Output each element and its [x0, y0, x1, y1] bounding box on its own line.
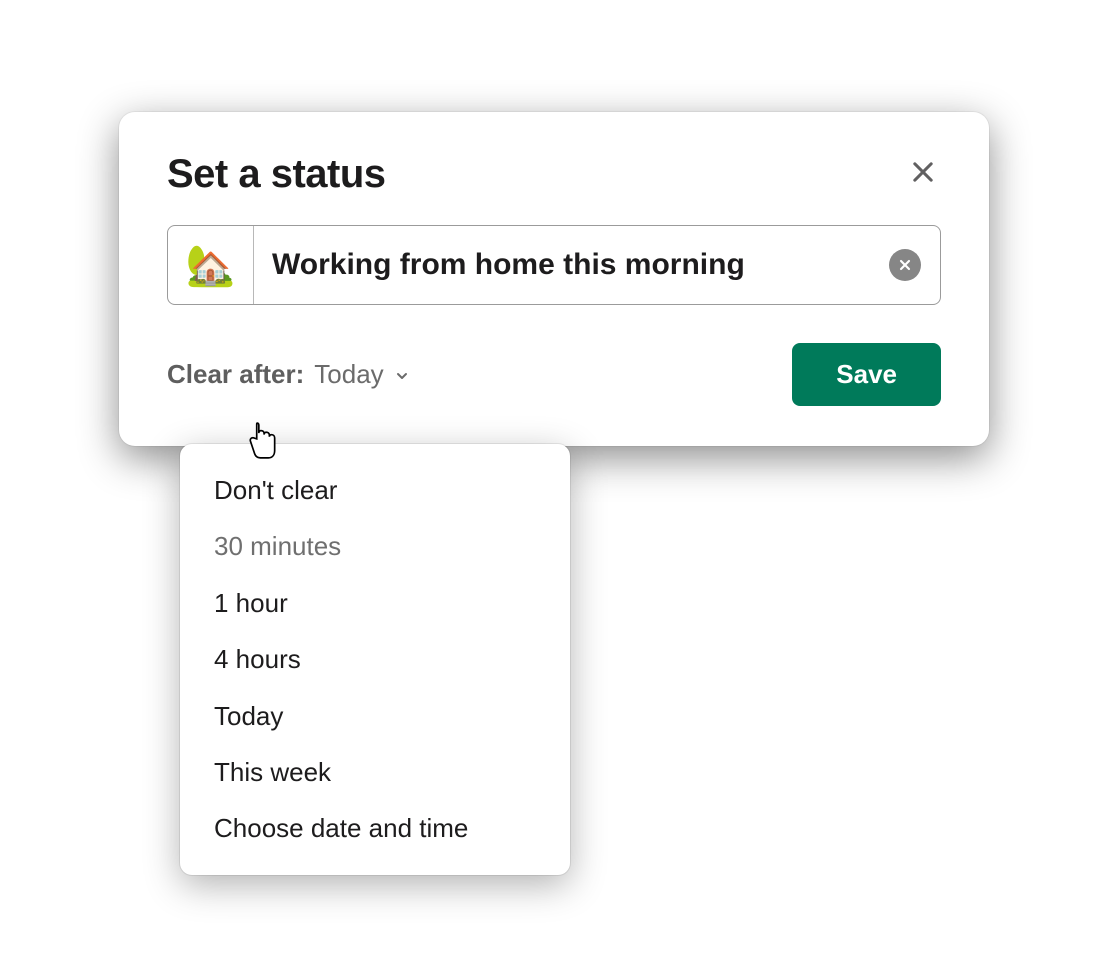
dropdown-item[interactable]: Choose date and time [180, 800, 570, 856]
clear-after-dropdown-trigger[interactable]: Clear after: Today [167, 359, 410, 390]
dropdown-item[interactable]: Today [180, 688, 570, 744]
set-status-modal: Set a status 🏡 Clear after: Today [119, 112, 989, 446]
status-input-row: 🏡 [167, 225, 941, 305]
clear-icon [889, 249, 921, 281]
house-garden-icon: 🏡 [186, 242, 236, 289]
dropdown-item[interactable]: This week [180, 744, 570, 800]
dropdown-item[interactable]: 30 minutes [180, 518, 570, 574]
save-button[interactable]: Save [792, 343, 941, 406]
modal-header: Set a status [167, 152, 941, 197]
modal-footer: Clear after: Today Save [167, 343, 941, 406]
status-text-input[interactable] [254, 226, 870, 304]
close-icon [909, 158, 937, 191]
status-emoji-picker[interactable]: 🏡 [168, 226, 254, 304]
clear-after-label: Clear after: [167, 359, 304, 390]
modal-title: Set a status [167, 152, 386, 197]
chevron-down-icon [394, 359, 410, 390]
dropdown-item[interactable]: 4 hours [180, 631, 570, 687]
close-button[interactable] [905, 157, 941, 193]
dropdown-item[interactable]: 1 hour [180, 575, 570, 631]
clear-after-value: Today [314, 359, 383, 390]
clear-after-dropdown: Don't clear30 minutes1 hour4 hoursTodayT… [180, 444, 570, 875]
clear-status-button[interactable] [870, 226, 940, 304]
dropdown-item[interactable]: Don't clear [180, 462, 570, 518]
